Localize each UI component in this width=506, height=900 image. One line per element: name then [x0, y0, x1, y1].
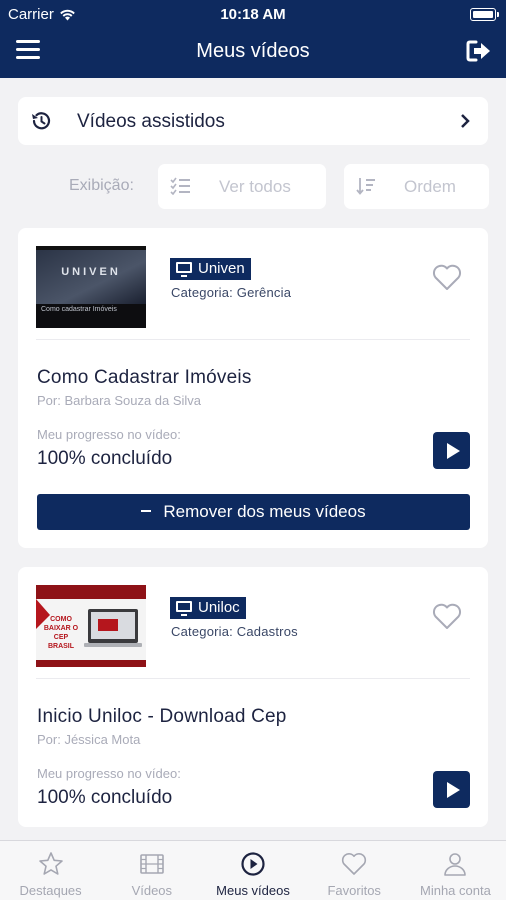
order-filter[interactable]: Ordem	[344, 164, 489, 209]
channel-badge-label: Uniloc	[198, 599, 240, 616]
video-title[interactable]: Inicio Uniloc - Download Cep	[37, 706, 287, 728]
thumbnail-image	[36, 246, 146, 328]
thumbnail-caption: Como cadastrar Imóveis	[41, 306, 117, 313]
tab-videos[interactable]: Vídeos	[101, 841, 202, 900]
divider	[36, 678, 470, 679]
thumbnail-title: COMO BAIXAR O CEP BRASIL	[43, 616, 79, 650]
view-all-filter[interactable]: Ver todos	[158, 164, 326, 209]
progress-label: Meu progresso no vídeo:	[37, 427, 181, 442]
heart-icon[interactable]	[432, 602, 462, 630]
play-button[interactable]	[433, 432, 470, 469]
page-title: Meus vídeos	[196, 40, 310, 62]
view-all-label: Ver todos	[219, 177, 291, 196]
monitor-icon	[176, 262, 192, 277]
order-label: Ordem	[404, 177, 456, 196]
channel-badge: Uniloc	[170, 597, 246, 619]
video-thumbnail[interactable]: COMO BAIXAR O CEP BRASIL	[36, 585, 146, 667]
user-icon	[444, 853, 467, 876]
channel-badge-label: Univen	[198, 260, 245, 277]
battery-icon	[470, 8, 499, 21]
tab-label: Destaques	[19, 883, 82, 898]
star-icon	[38, 852, 63, 875]
tab-label: Vídeos	[131, 883, 173, 898]
nav-row: Meus vídeos	[0, 30, 506, 74]
remove-button-label: Remover dos meus vídeos	[163, 502, 366, 521]
heart-icon	[342, 853, 367, 875]
video-card: COMO BAIXAR O CEP BRASIL Uniloc Categori…	[18, 567, 488, 827]
video-author: Por: Barbara Souza da Silva	[37, 393, 202, 408]
watched-videos-label: Vídeos assistidos	[77, 111, 225, 132]
tab-favoritos[interactable]: Favoritos	[304, 841, 405, 900]
tab-destaques[interactable]: Destaques	[0, 841, 101, 900]
play-circle-icon	[241, 852, 265, 876]
tab-bar: Destaques Vídeos Meus vídeos Favoritos M…	[0, 840, 506, 900]
tab-label: Minha conta	[420, 883, 491, 898]
sort-icon	[356, 178, 375, 195]
progress-value: 100% concluído	[37, 787, 173, 808]
play-button[interactable]	[433, 771, 470, 808]
list-check-icon	[170, 177, 190, 195]
film-icon	[139, 854, 164, 874]
video-category: Categoria: Cadastros	[171, 624, 298, 639]
video-thumbnail[interactable]: UNIVEN Como cadastrar Imóveis	[36, 246, 146, 328]
heart-icon[interactable]	[432, 263, 462, 291]
chevron-right-icon	[461, 114, 470, 128]
history-icon	[32, 112, 51, 130]
tab-label: Meus vídeos	[216, 883, 290, 898]
status-bar: Carrier 10:18 AM	[0, 0, 506, 28]
divider	[36, 339, 470, 340]
progress-label: Meu progresso no vídeo:	[37, 766, 181, 781]
display-label: Exibição:	[69, 177, 134, 194]
tab-meus-videos[interactable]: Meus vídeos	[202, 841, 303, 900]
video-card: UNIVEN Como cadastrar Imóveis Univen Cat…	[18, 228, 488, 548]
thumbnail-title: UNIVEN	[61, 266, 121, 278]
minus-icon	[141, 509, 152, 512]
video-title[interactable]: Como Cadastrar Imóveis	[37, 367, 252, 389]
tab-label: Favoritos	[327, 883, 381, 898]
status-time: 10:18 AM	[220, 6, 286, 23]
progress-value: 100% concluído	[37, 448, 173, 469]
app-header: Carrier 10:18 AM Meus vídeos	[0, 0, 506, 78]
video-category: Categoria: Gerência	[171, 285, 292, 300]
tab-minha-conta[interactable]: Minha conta	[405, 841, 506, 900]
video-author: Por: Jéssica Mota	[37, 732, 141, 747]
watched-videos-row[interactable]: Vídeos assistidos	[18, 97, 488, 145]
remove-from-my-videos-button[interactable]: Remover dos meus vídeos	[37, 494, 470, 530]
monitor-icon	[176, 601, 192, 616]
logout-icon[interactable]	[466, 39, 492, 63]
channel-badge: Univen	[170, 258, 251, 280]
